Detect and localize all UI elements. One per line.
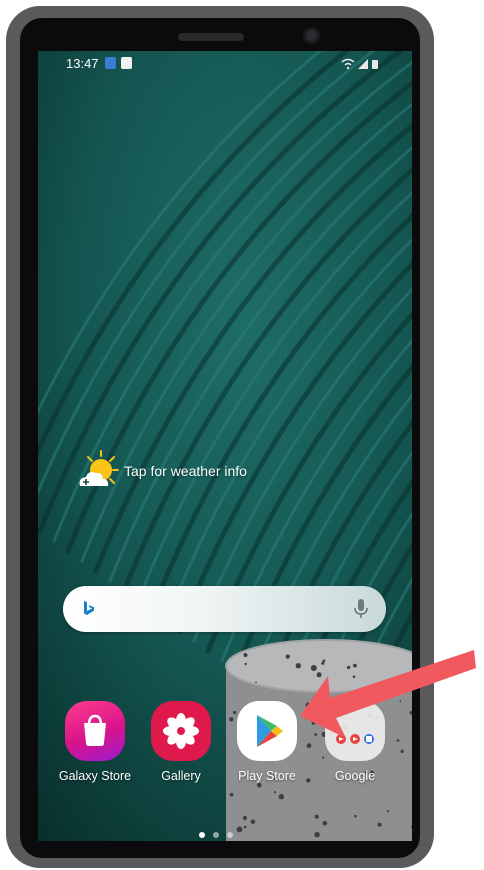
stone-speck: [306, 778, 311, 783]
stone-speck: [314, 814, 319, 819]
stone-speck: [386, 682, 389, 684]
galaxy-store-icon[interactable]: [65, 701, 125, 761]
stone-speck: [229, 792, 234, 797]
stone-speck: [314, 832, 320, 838]
stone-speck: [354, 814, 357, 818]
stone-speck: [278, 794, 285, 800]
stone-speck: [310, 665, 317, 671]
stone-speck: [255, 681, 257, 684]
weather-label: Tap for weather info: [124, 463, 247, 479]
stone-speck: [353, 663, 357, 668]
stone-speck: [316, 672, 322, 678]
front-camera: [303, 27, 320, 44]
stone-speck: [386, 810, 389, 813]
stone-speck: [236, 826, 243, 833]
app-label: Galaxy Store: [58, 769, 132, 783]
bing-icon[interactable]: [78, 599, 98, 619]
app-label: Gallery: [161, 769, 201, 783]
stone-speck: [396, 739, 400, 742]
stone-speck: [352, 675, 356, 679]
stone-speck: [377, 822, 382, 827]
stone-speck: [306, 743, 312, 748]
stone-speck: [285, 654, 290, 659]
page-dot[interactable]: [227, 832, 233, 838]
google-folder-icon[interactable]: [325, 701, 385, 761]
search-bar[interactable]: [63, 586, 386, 632]
signal-icon: [341, 58, 378, 70]
page-indicator: [199, 832, 233, 838]
stone-speck: [273, 791, 277, 794]
app-play-store[interactable]: Play Store: [228, 701, 306, 783]
stone-speck: [346, 665, 351, 670]
app-label: Google: [334, 769, 376, 783]
stone-speck: [243, 825, 247, 829]
stone-speck: [243, 653, 248, 657]
phone-frame: 13:47 Tap for weather info Galaxy Store …: [6, 6, 434, 868]
status-bar: 13:47: [38, 51, 412, 77]
earpiece-speaker: [178, 33, 244, 41]
stone-speck: [311, 720, 316, 725]
stone-speck: [257, 783, 262, 788]
stone-speck: [295, 663, 301, 669]
app-google-folder[interactable]: Google: [316, 701, 394, 783]
notification-icon: [105, 57, 116, 69]
stone-speck: [244, 662, 247, 666]
notification-icon: [121, 57, 132, 69]
stone-speck: [242, 815, 247, 821]
weather-widget[interactable]: Tap for weather info: [74, 446, 247, 496]
home-screen: 13:47 Tap for weather info Galaxy Store …: [38, 51, 412, 841]
status-time: 13:47: [66, 56, 99, 71]
app-galaxy-store[interactable]: Galaxy Store: [56, 701, 134, 783]
stone-speck: [322, 820, 328, 826]
microphone-icon[interactable]: [353, 598, 369, 620]
weather-icon: [79, 450, 119, 486]
app-gallery[interactable]: Gallery: [142, 701, 220, 783]
play-store-icon[interactable]: [237, 701, 297, 761]
stone-speck: [250, 819, 256, 825]
stone-speck: [400, 749, 404, 753]
stone-speck: [399, 700, 402, 703]
page-dot[interactable]: [213, 832, 219, 838]
page-dot[interactable]: [199, 832, 205, 838]
stone-speck: [321, 661, 325, 665]
app-label: Play Store: [238, 769, 296, 783]
gallery-icon[interactable]: [151, 701, 211, 761]
stone-speck: [305, 702, 311, 708]
